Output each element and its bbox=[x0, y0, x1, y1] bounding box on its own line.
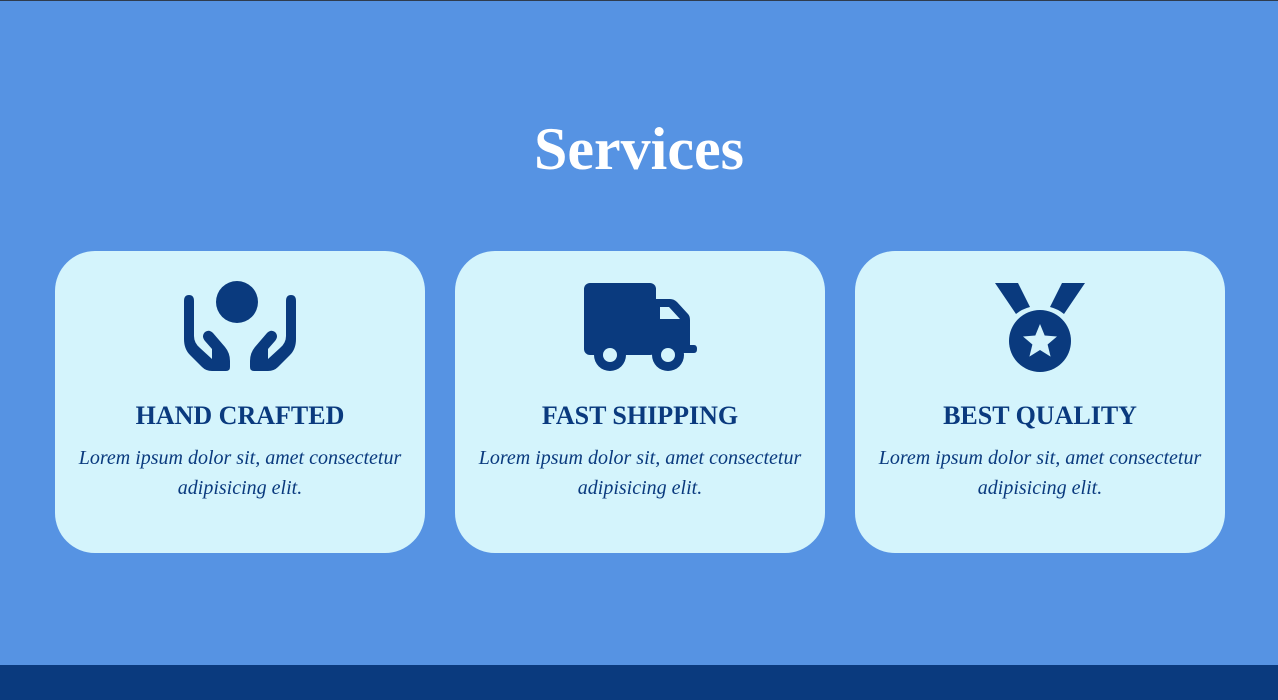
card-description: Lorem ipsum dolor sit, amet consectetur … bbox=[878, 447, 1202, 499]
hands-holding-circle-icon bbox=[180, 281, 300, 373]
service-card-hand-crafted: HAND CRAFTED Lorem ipsum dolor sit, amet… bbox=[55, 251, 425, 553]
services-cards: HAND CRAFTED Lorem ipsum dolor sit, amet… bbox=[55, 251, 1225, 553]
card-title: HAND CRAFTED bbox=[135, 401, 345, 430]
service-card-best-quality: BEST QUALITY Lorem ipsum dolor sit, amet… bbox=[855, 251, 1225, 553]
service-card-fast-shipping: FAST SHIPPING Lorem ipsum dolor sit, ame… bbox=[455, 251, 825, 553]
card-title: FAST SHIPPING bbox=[541, 401, 739, 430]
medal-icon bbox=[980, 281, 1100, 373]
truck-icon bbox=[580, 281, 700, 373]
card-description: Lorem ipsum dolor sit, amet consectetur … bbox=[478, 447, 802, 499]
services-heading: Services bbox=[534, 116, 744, 182]
card-description: Lorem ipsum dolor sit, amet consectetur … bbox=[78, 447, 402, 499]
footer-bar bbox=[0, 665, 1278, 700]
card-title: BEST QUALITY bbox=[943, 401, 1137, 430]
